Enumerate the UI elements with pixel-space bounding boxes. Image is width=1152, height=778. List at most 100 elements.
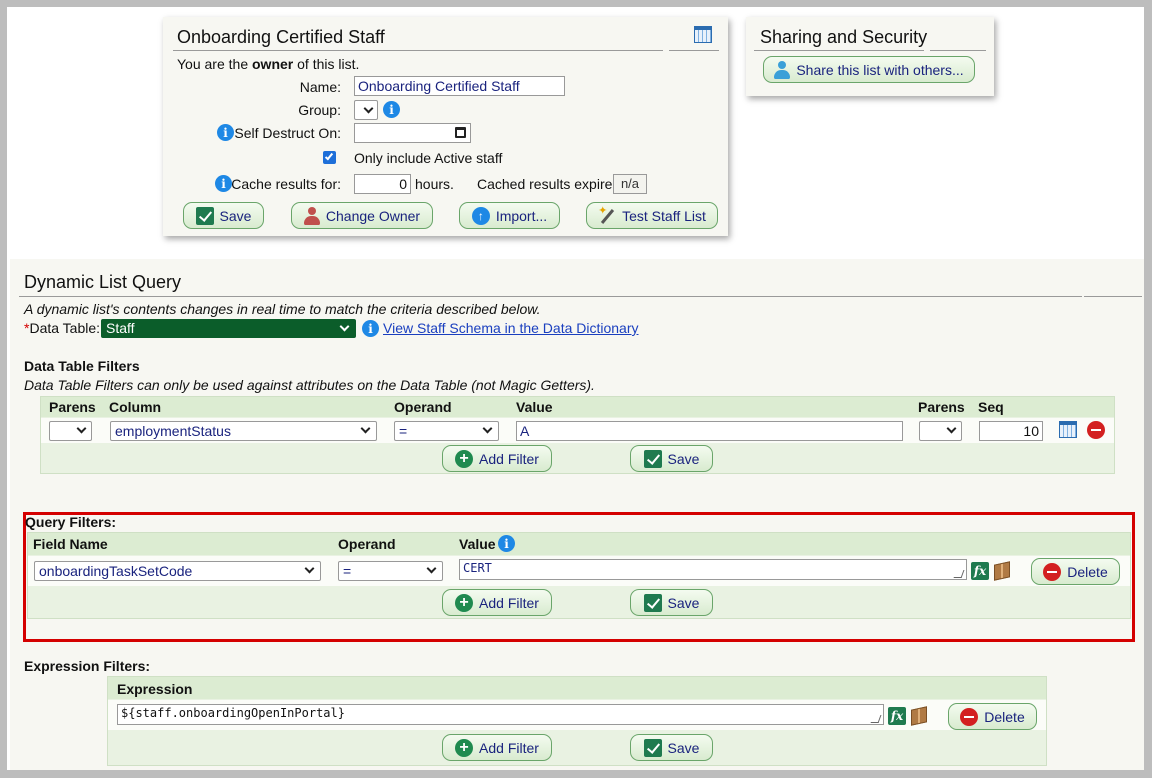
plus-icon: + [455,593,474,612]
expression-delete-button[interactable]: Delete [948,703,1037,730]
expression-add-filter-button[interactable]: + Add Filter [442,734,552,761]
package-icon[interactable] [911,706,927,726]
owner-suffix: of this list. [297,56,360,72]
title-divider [173,50,663,51]
data-table-info-icon[interactable]: i [362,320,379,337]
change-owner-button[interactable]: Change Owner [291,202,433,229]
active-only-label: Only include Active staff [354,150,503,166]
query-filter-delete-button[interactable]: Delete [1031,558,1120,585]
import-button[interactable]: ↑ Import... [459,202,560,229]
field-name-select[interactable]: onboardingTaskSetCode [34,561,321,581]
expression-save-button[interactable]: Save [630,734,713,761]
th-operand: Operand [338,536,396,552]
group-select[interactable] [354,100,378,120]
data-table-label: *Data Table: [24,320,100,336]
save-button-label: Save [219,207,252,224]
operand-select[interactable]: = [394,421,499,441]
add-filter-label: Add Filter [479,450,539,467]
owner-statement: You are the owner of this list. [177,56,359,72]
th-parens-open: Parens [49,399,96,415]
th-field-name: Field Name [33,536,108,552]
list-title: Onboarding Certified Staff [177,27,385,47]
column-select[interactable]: employmentStatus [110,421,377,441]
magic-wand-icon [598,204,616,225]
delete-label: Delete [984,708,1025,725]
calendar-icon[interactable] [694,26,712,43]
share-list-button[interactable]: Share this list with others... [763,56,975,83]
check-icon [643,593,662,612]
self-destruct-label: Self Destruct On: [234,125,341,141]
th-value: Value [516,399,553,415]
person-icon [774,60,791,79]
add-filter-label: Add Filter [479,739,539,756]
package-icon[interactable] [994,561,1010,581]
add-filter-label: Add Filter [479,594,539,611]
expression-textarea[interactable]: ${staff.onboardingOpenInPortal} [117,704,884,725]
expression-filters-title: Expression Filters: [24,658,151,674]
data-table-filters-note: Data Table Filters can only be used agai… [24,377,595,393]
import-label: Import... [495,207,548,224]
cache-label: Cache results for: [231,176,341,192]
cache-expire-label: Cached results expire: [477,176,617,192]
th-operand: Operand [394,399,452,415]
sharing-title: Sharing and Security [760,27,928,47]
value-info-icon[interactable]: i [498,535,515,552]
remove-icon [960,707,979,726]
check-icon [195,206,214,225]
plus-icon: + [455,738,474,757]
sharing-security-card: Sharing and Security Share this list wit… [746,17,994,96]
query-save-button[interactable]: Save [630,589,713,616]
cache-unit: hours. [415,176,454,192]
page-frame: Onboarding Certified Staff You are the o… [7,7,1144,770]
chevron-down-icon [363,103,374,114]
dynamic-query-title: Dynamic List Query [24,272,182,292]
person-icon [303,206,320,225]
delete-label: Delete [1067,563,1108,580]
th-column: Column [109,399,162,415]
remove-icon [1087,421,1105,439]
operand-select[interactable]: = [338,561,443,581]
dynamic-query-description: A dynamic list's contents changes in rea… [24,301,541,317]
query-filters-header-row [28,533,1130,555]
remove-icon [1043,562,1062,581]
data-table-save-button[interactable]: Save [630,445,713,472]
cache-hours-input[interactable]: 0 [354,174,411,194]
sharing-divider-right [930,50,986,51]
query-filters-title: Query Filters: [25,514,117,530]
calendar-picker-icon[interactable] [455,127,466,138]
remove-filter-button[interactable] [1087,421,1105,439]
save-button[interactable]: Save [183,202,264,229]
active-only-checkbox[interactable] [323,151,336,164]
seq-input[interactable]: 10 [979,421,1043,441]
parens-close-select[interactable] [919,421,962,441]
checkmark-icon [324,151,334,161]
upload-icon: ↑ [471,206,490,225]
share-button-label: Share this list with others... [796,61,964,78]
group-label: Group: [298,102,341,118]
cache-expire-value: n/a [613,174,647,194]
dynamic-query-divider [19,296,1082,297]
value-input[interactable]: A [516,421,903,441]
list-owner-card: Onboarding Certified Staff You are the o… [163,17,728,236]
view-schema-link[interactable]: View Staff Schema in the Data Dictionary [383,320,639,336]
data-table-add-filter-button[interactable]: + Add Filter [442,445,552,472]
save-label: Save [667,739,700,756]
calendar-icon[interactable] [1059,421,1077,438]
check-icon [643,738,662,757]
test-staff-list-button[interactable]: Test Staff List [586,202,718,229]
query-add-filter-button[interactable]: + Add Filter [442,589,552,616]
function-icon[interactable]: fx [971,562,989,580]
data-table-select[interactable]: Staff [101,319,356,338]
dynamic-query-divider-right [1084,296,1142,297]
self-destruct-date-input[interactable] [354,123,471,143]
name-label: Name: [299,79,341,95]
sharing-divider [754,50,924,51]
parens-open-select[interactable] [49,421,92,441]
check-icon [643,449,662,468]
th-value: Value [459,536,496,552]
function-icon[interactable]: fx [888,707,906,725]
value-textarea[interactable]: CERT [459,559,967,580]
save-label: Save [667,450,700,467]
group-info-icon[interactable]: i [383,101,400,118]
name-input[interactable]: Onboarding Certified Staff [354,76,565,96]
